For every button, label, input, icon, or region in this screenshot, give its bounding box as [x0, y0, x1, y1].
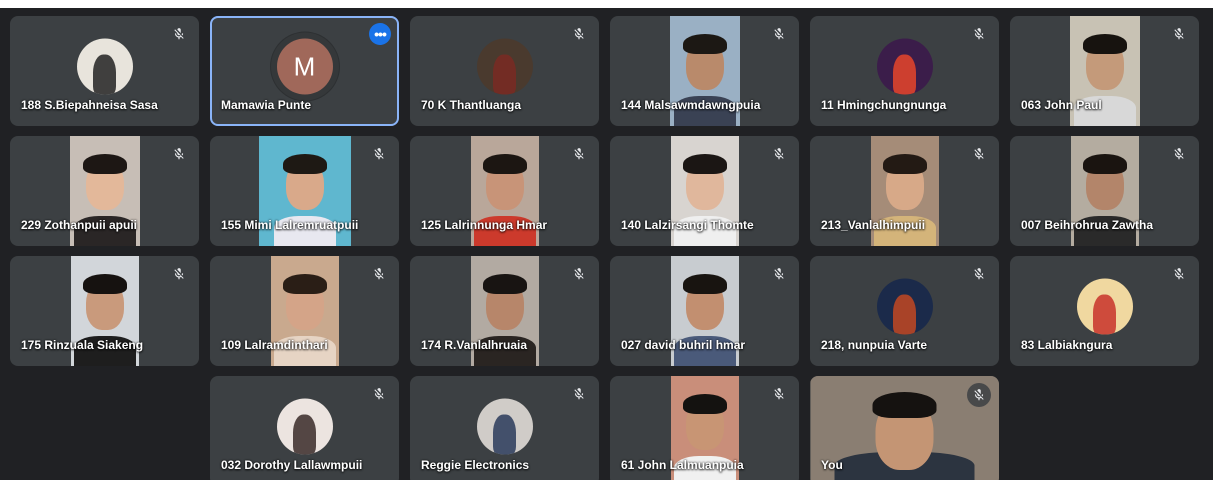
profile-avatar — [476, 38, 533, 95]
participant-name: 007 Beihrohrua Zawtha — [1021, 218, 1154, 232]
participant-name: 83 Lalbiakngura — [1021, 338, 1113, 352]
participant-name: 11 Hmingchungnunga — [821, 98, 947, 112]
participant-tile[interactable]: 188 S.Biepahneisa Sasa — [10, 16, 199, 126]
participant-tile[interactable]: 229 Zothanpuii apuii — [10, 136, 199, 246]
person-hair — [682, 34, 727, 54]
profile-avatar — [276, 398, 333, 455]
person-hair — [82, 274, 127, 294]
avatar-figure — [893, 294, 916, 335]
mic-off-icon — [1170, 145, 1188, 163]
mic-off-icon — [770, 265, 788, 283]
mic-off-icon — [170, 145, 188, 163]
participant-tile[interactable]: 83 Lalbiakngura — [1010, 256, 1199, 366]
more-options-icon[interactable]: ••• — [369, 23, 391, 45]
mic-off-icon — [970, 265, 988, 283]
mic-off-icon — [770, 25, 788, 43]
mic-off-icon — [570, 385, 588, 403]
person-hair — [682, 154, 727, 174]
mic-off-icon — [370, 385, 388, 403]
meeting-stage: 188 S.Biepahneisa Sasa M ••• Mamawia Punte 7… — [0, 0, 1213, 488]
participant-name: 155 Mimi Lalremruatpuii — [221, 218, 359, 232]
participant-name: 063 John Paul — [1021, 98, 1102, 112]
avatar-figure — [493, 54, 516, 95]
person-hair — [1082, 154, 1127, 174]
mic-off-icon — [370, 145, 388, 163]
participant-tile[interactable]: 174 R.Vanlalhruaia — [410, 256, 599, 366]
avatar-figure — [293, 414, 316, 455]
mic-off-icon — [170, 265, 188, 283]
mic-off-icon — [1170, 25, 1188, 43]
mic-off-icon — [770, 145, 788, 163]
avatar-figure — [1093, 294, 1116, 335]
participant-tile[interactable]: 063 John Paul — [1010, 16, 1199, 126]
person-hair — [82, 154, 127, 174]
mic-off-icon — [967, 383, 991, 407]
participant-tile[interactable]: 032 Dorothy Lallawmpuii — [210, 376, 399, 486]
participant-name: 175 Rinzuala Siakeng — [21, 338, 144, 352]
profile-avatar — [876, 278, 933, 335]
profile-avatar — [76, 38, 133, 95]
person-hair — [482, 154, 527, 174]
letter-avatar: M — [276, 38, 333, 95]
mic-off-icon — [370, 265, 388, 283]
avatar-figure — [93, 54, 116, 95]
participant-name: 61 John Lalmuanpuia — [621, 458, 744, 472]
mic-off-icon — [770, 385, 788, 403]
participant-tile[interactable]: 61 John Lalmuanpuia — [610, 376, 799, 486]
participant-name: 027 david buhril hmar — [621, 338, 746, 352]
person-hair — [682, 274, 727, 294]
person-hair — [872, 392, 937, 418]
empty-slot — [1010, 376, 1199, 486]
participant-name: 229 Zothanpuii apuii — [21, 218, 138, 232]
participant-tile[interactable]: M ••• Mamawia Punte — [210, 16, 399, 126]
person-hair — [882, 154, 927, 174]
participant-tile[interactable]: 007 Beihrohrua Zawtha — [1010, 136, 1199, 246]
person-hair — [282, 274, 327, 294]
mic-off-icon — [970, 25, 988, 43]
participant-tile[interactable]: 213_Vanlalhimpuii — [810, 136, 999, 246]
participant-tile[interactable]: 175 Rinzuala Siakeng — [10, 256, 199, 366]
mic-off-icon — [170, 25, 188, 43]
participant-tile[interactable]: 140 Lalzirsangi Thomte — [610, 136, 799, 246]
mic-off-icon — [970, 145, 988, 163]
participant-grid: 188 S.Biepahneisa Sasa M ••• Mamawia Punte 7… — [10, 16, 1199, 486]
person-hair — [1082, 34, 1127, 54]
profile-avatar — [876, 38, 933, 95]
participant-tile[interactable]: 125 Lalrinnunga Hmar — [410, 136, 599, 246]
empty-slot — [10, 376, 199, 486]
participant-tile[interactable]: Reggie Electronics — [410, 376, 599, 486]
mic-off-icon — [570, 265, 588, 283]
participant-name: 140 Lalzirsangi Thomte — [621, 218, 754, 232]
mic-off-icon — [570, 145, 588, 163]
participant-name: 174 R.Vanlalhruaia — [421, 338, 528, 352]
participant-tile[interactable]: 144 Malsawmdawngpuia — [610, 16, 799, 126]
participant-tile[interactable]: 027 david buhril hmar — [610, 256, 799, 366]
participant-name: 188 S.Biepahneisa Sasa — [21, 98, 158, 112]
avatar-figure — [493, 414, 516, 455]
mic-off-icon — [1170, 265, 1188, 283]
participant-tile[interactable]: 70 K Thantluanga — [410, 16, 599, 126]
person-hair — [282, 154, 327, 174]
person-hair — [482, 274, 527, 294]
participant-name: 70 K Thantluanga — [421, 98, 522, 112]
profile-avatar — [476, 398, 533, 455]
participant-tile[interactable]: 11 Hmingchungnunga — [810, 16, 999, 126]
avatar-figure — [893, 54, 916, 95]
participant-tile[interactable]: 218, nunpuia Varte — [810, 256, 999, 366]
mic-off-icon — [570, 25, 588, 43]
participant-name: 213_Vanlalhimpuii — [821, 218, 926, 232]
participant-name: 032 Dorothy Lallawmpuii — [221, 458, 363, 472]
participant-name: 218, nunpuia Varte — [821, 338, 928, 352]
participant-tile[interactable]: 155 Mimi Lalremruatpuii — [210, 136, 399, 246]
participant-name: 109 Lalramdinthari — [221, 338, 328, 352]
participant-tile[interactable]: 109 Lalramdinthari — [210, 256, 399, 366]
participant-name: 125 Lalrinnunga Hmar — [421, 218, 548, 232]
participant-name: Reggie Electronics — [421, 458, 530, 472]
participant-name: You — [821, 458, 843, 472]
participant-name: Mamawia Punte — [221, 98, 312, 112]
participant-tile[interactable]: You — [810, 376, 999, 486]
profile-avatar — [1076, 278, 1133, 335]
participant-name: 144 Malsawmdawngpuia — [621, 98, 761, 112]
person-hair — [682, 394, 727, 414]
